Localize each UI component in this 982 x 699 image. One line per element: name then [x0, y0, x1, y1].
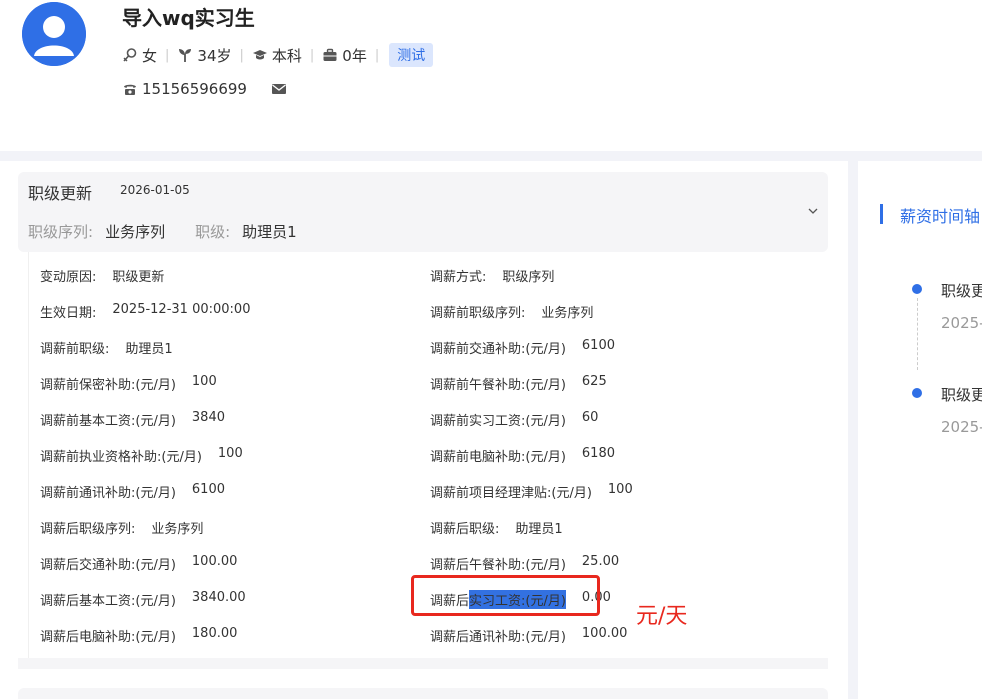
next-record-card[interactable] [18, 688, 828, 699]
education-item: 本科 [252, 45, 302, 66]
detail-row: 调薪后交通补助:(元/月) 100.00 [40, 554, 238, 573]
sequence-value: 业务序列 [105, 223, 166, 241]
detail-row: 调薪前保密补助:(元/月) 100 [40, 374, 217, 393]
profile-header: 导入wq实习生 女 | 34岁 | 本科 | 0年 | 测试 151565966… [0, 0, 982, 150]
sprout-icon [179, 49, 192, 62]
chevron-down-icon[interactable] [806, 204, 820, 218]
graduation-cap-icon [252, 50, 267, 60]
gender-icon [123, 48, 137, 62]
detail-row: 调薪后职级: 助理员1 [430, 522, 563, 537]
briefcase-icon [323, 48, 337, 61]
mail-icon[interactable] [271, 81, 287, 97]
timeline-dot [912, 284, 922, 294]
sequence-label: 职级序列: [28, 223, 94, 241]
detail-row: 调薪后午餐补助:(元/月) 25.00 [430, 554, 620, 573]
detail-row: 调薪后电脑补助:(元/月) 180.00 [40, 626, 238, 645]
detail-row: 调薪后基本工资:(元/月) 3840.00 [40, 590, 246, 609]
experience-text: 0年 [342, 46, 367, 65]
annotation-text: 元/天 [636, 604, 688, 629]
detail-row: 变动原因: 职级更新 [40, 270, 165, 285]
record-summary: 职级序列: 业务序列 职级: 助理员1 [28, 221, 327, 242]
detail-row: 调薪方式: 职级序列 [430, 270, 555, 285]
timeline-item-date: 2025- [941, 418, 982, 436]
age-text: 34岁 [197, 46, 232, 65]
detail-row: 调薪前通讯补助:(元/月) 6100 [40, 482, 225, 501]
divider: | [374, 47, 380, 63]
level-label: 职级: [195, 223, 231, 241]
detail-row: 调薪前职级序列: 业务序列 [430, 306, 594, 321]
timeline-title-marker [880, 204, 883, 224]
education-text: 本科 [271, 46, 302, 65]
timeline-item-date: 2025- [941, 314, 982, 332]
experience-item: 0年 [322, 45, 367, 66]
timeline-connector [917, 298, 918, 370]
detail-row: 调薪后职级序列: 业务序列 [40, 522, 204, 537]
record-title: 职级更新 [28, 184, 93, 203]
detail-row: 调薪前基本工资:(元/月) 3840 [40, 410, 225, 429]
phone-number: 15156596699 [142, 80, 247, 98]
detail-row: 调薪前交通补助:(元/月) 6100 [430, 338, 615, 357]
profile-meta: 女 | 34岁 | 本科 | 0年 | 测试 [122, 42, 434, 68]
annotation-box [411, 575, 600, 616]
detail-row: 调薪前电脑补助:(元/月) 6180 [430, 446, 615, 465]
contact-row: 15156596699 [122, 80, 287, 98]
divider: | [165, 47, 170, 63]
level-value: 助理员1 [242, 223, 297, 241]
age-item: 34岁 [177, 45, 232, 66]
detail-row: 调薪前实习工资:(元/月) 60 [430, 410, 599, 429]
detail-row: 调薪前执业资格补助:(元/月) 100 [40, 446, 243, 465]
divider: | [239, 47, 244, 63]
detail-row: 生效日期: 2025-12-31 00:00:00 [40, 302, 251, 321]
detail-row: 调薪前项目经理津贴:(元/月) 100 [430, 482, 633, 501]
status-badge: 测试 [389, 43, 434, 67]
record-date: 2026-01-05 [120, 183, 190, 197]
detail-row: 调薪前午餐补助:(元/月) 625 [430, 374, 607, 393]
divider: | [309, 47, 315, 63]
avatar-icon [22, 2, 86, 66]
detail-row: 调薪前职级: 助理员1 [40, 342, 173, 357]
detail-row: 调薪后通讯补助:(元/月) 100.00 [430, 626, 628, 645]
gender-text: 女 [142, 46, 158, 65]
timeline-dot [912, 388, 922, 398]
timeline-title: 薪资时间轴 [900, 207, 981, 226]
timeline-item-label[interactable]: 职级更 [941, 384, 982, 405]
profile-name: 导入wq实习生 [122, 6, 255, 30]
phone-icon [124, 84, 136, 95]
gender-item: 女 [122, 45, 157, 66]
timeline-item-label[interactable]: 职级更 [941, 280, 982, 301]
record-card-footer [18, 658, 828, 669]
